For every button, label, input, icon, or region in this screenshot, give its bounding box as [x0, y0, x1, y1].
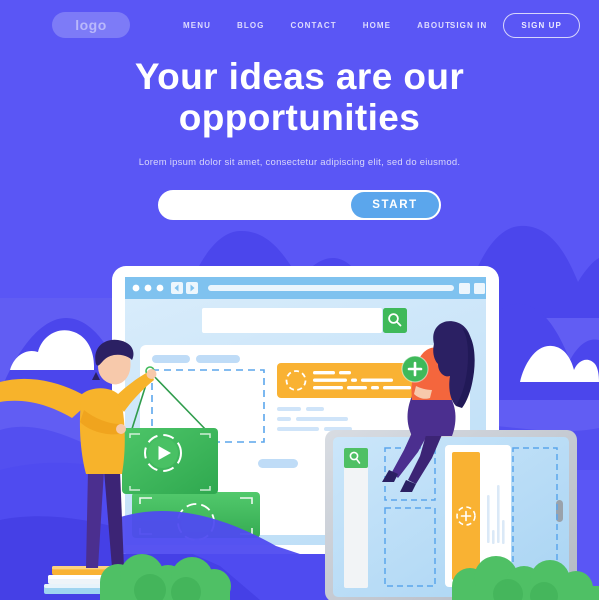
nav-link-home[interactable]: HOME	[363, 21, 391, 30]
content-chip	[152, 355, 190, 363]
cta-row: START	[0, 190, 599, 220]
sign-up-button[interactable]: SIGN UP	[503, 13, 580, 38]
start-button[interactable]: START	[351, 192, 439, 218]
logo[interactable]: logo	[52, 12, 130, 38]
window-control	[474, 283, 485, 294]
landing-page: logo MENU BLOG CONTACT HOME ABOUT SIGN I…	[0, 0, 599, 600]
auth-actions: SIGN IN SIGN UP	[450, 13, 580, 38]
browser-url-bar	[208, 285, 454, 291]
window-dot	[156, 284, 164, 292]
hero-section: Your ideas are our opportunities Lorem i…	[0, 56, 599, 220]
woman-pants	[407, 394, 456, 436]
logo-label: logo	[75, 17, 107, 33]
primary-nav: MENU BLOG CONTACT HOME ABOUT	[183, 21, 477, 30]
cta-field: START	[158, 190, 441, 220]
nav-link-about[interactable]: ABOUT	[417, 21, 451, 30]
content-chip	[196, 355, 240, 363]
hero-subhead: Lorem ipsum dolor sit amet, consectetur …	[138, 157, 461, 168]
nav-link-menu[interactable]: MENU	[183, 21, 211, 30]
window-dot	[144, 284, 152, 292]
window-control	[459, 283, 470, 294]
add-button	[401, 355, 429, 383]
browser-search-input	[202, 308, 382, 333]
headline-line-2: opportunities	[178, 97, 421, 138]
cta-input[interactable]	[160, 193, 351, 217]
sign-in-link[interactable]: SIGN IN	[450, 21, 487, 30]
window-dot	[132, 284, 140, 292]
man-hand	[116, 424, 126, 434]
nav-link-blog[interactable]: BLOG	[237, 21, 265, 30]
page-title: Your ideas are our opportunities	[0, 56, 599, 138]
browser-search-button	[383, 308, 407, 333]
nav-link-contact[interactable]: CONTACT	[290, 21, 336, 30]
tablet-sidebar	[344, 448, 368, 588]
navbar: logo MENU BLOG CONTACT HOME ABOUT SIGN I…	[0, 0, 599, 50]
headline-line-1: Your ideas are our	[134, 56, 465, 97]
man-hand	[146, 369, 157, 379]
